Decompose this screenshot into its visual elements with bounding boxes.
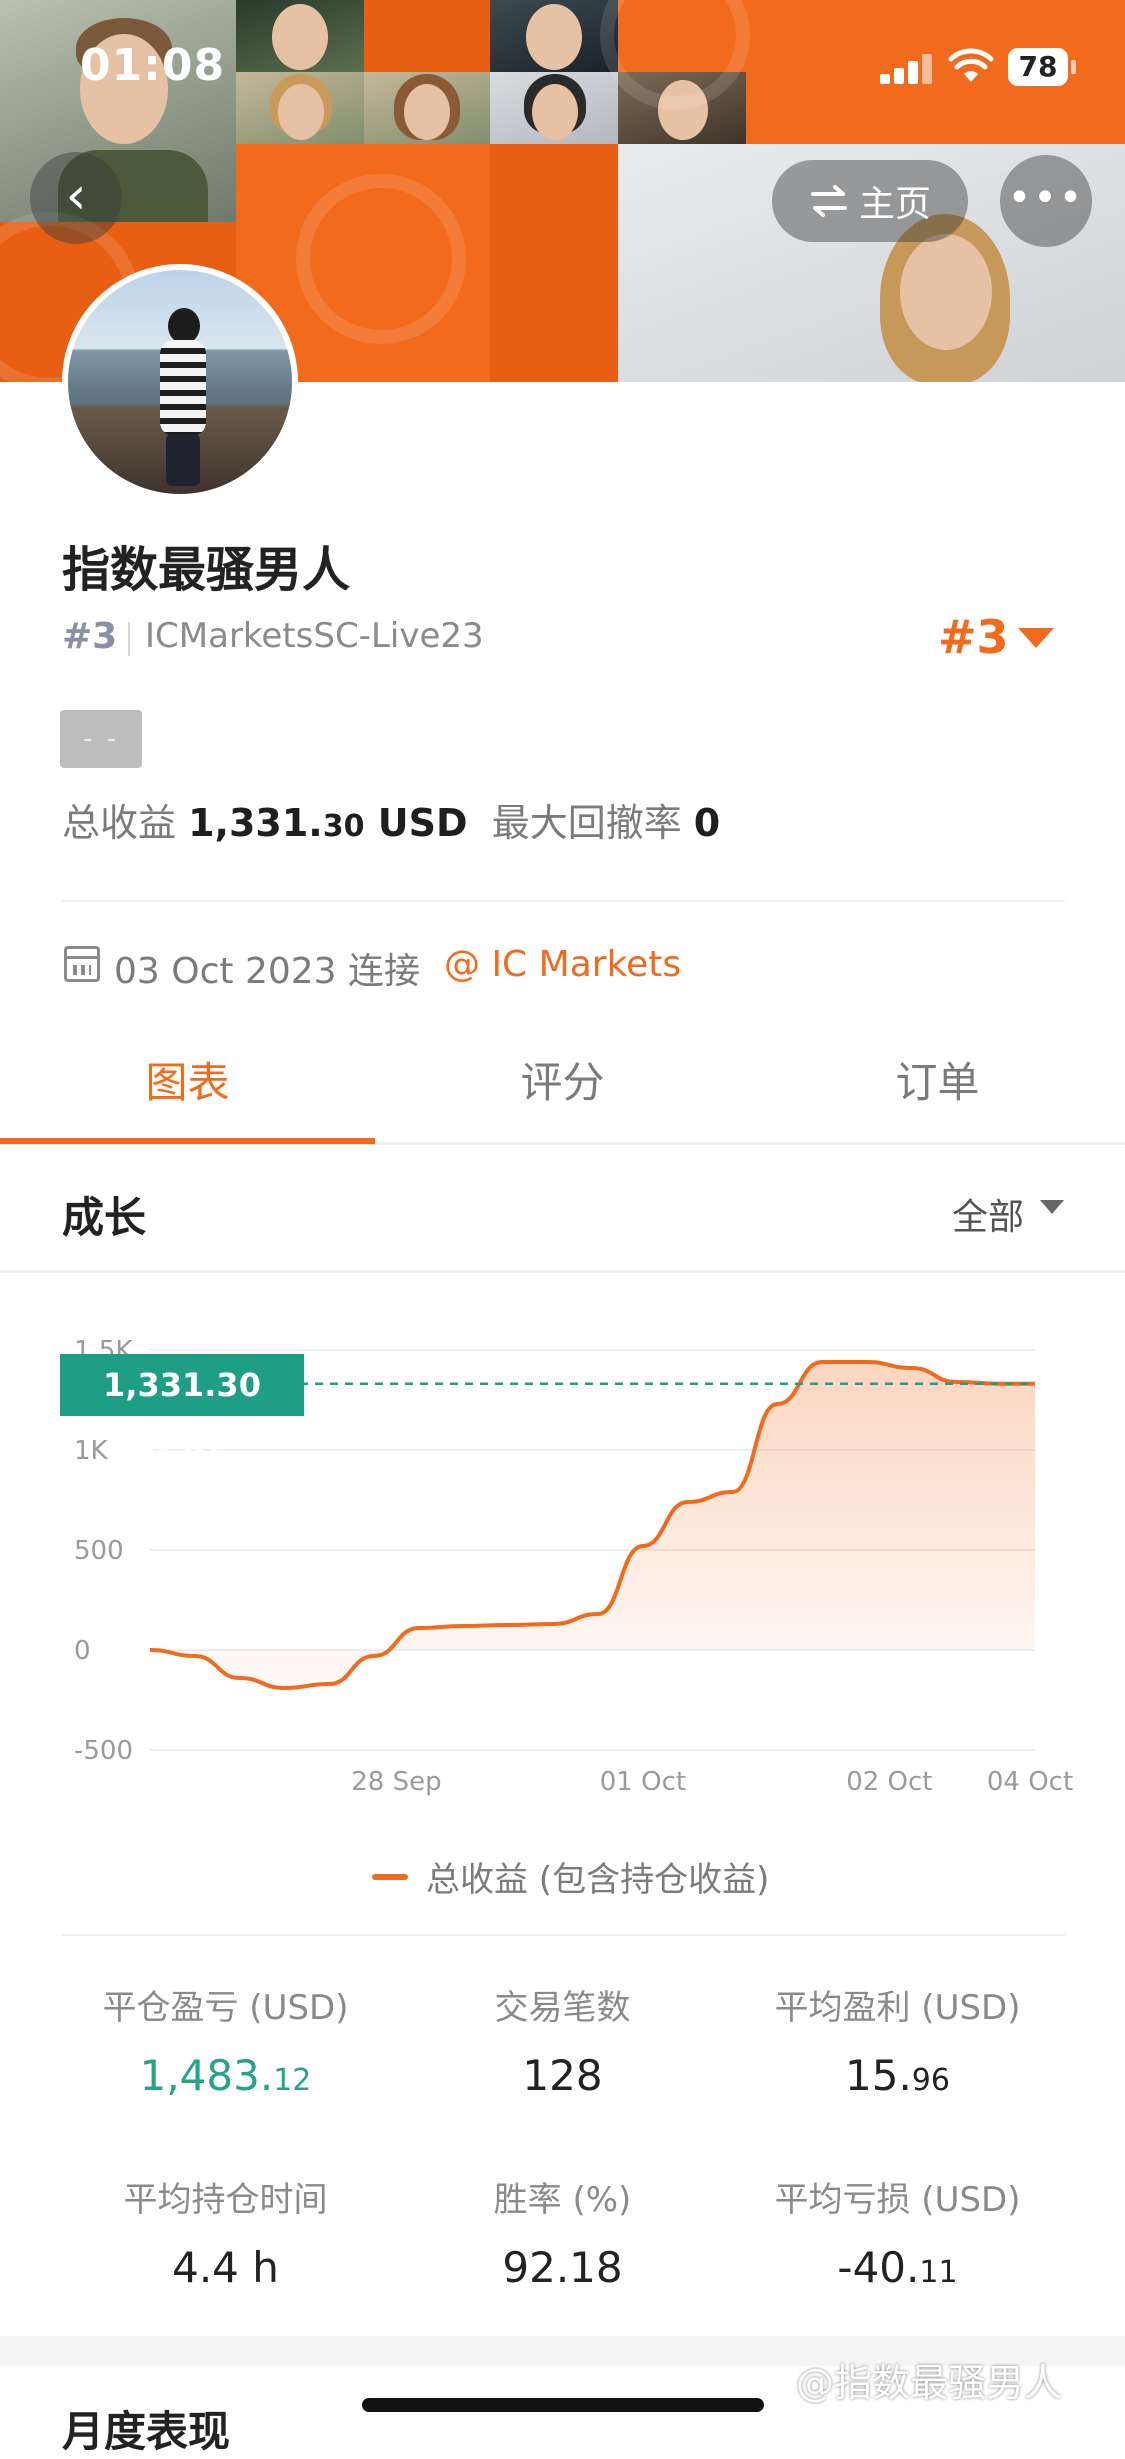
battery-icon: 78 <box>1008 48 1076 86</box>
x-tick-label: 04 Oct <box>987 1767 1073 1797</box>
legend-label: 总收益 (包含持仓收益) <box>426 1860 770 1900</box>
total-profit-label: 总收益 <box>62 801 177 845</box>
y-tick-label: 1K <box>74 1436 109 1466</box>
chart-legend[interactable]: 总收益 (包含持仓收益) <box>372 1852 769 1901</box>
divider <box>0 1270 1125 1273</box>
metric-win-rate: 胜率 (%) 92.18 <box>375 2172 750 2292</box>
strategy-tag: - - <box>60 710 142 768</box>
divider <box>62 900 1065 902</box>
metric-value: 4.4 h <box>172 2243 279 2292</box>
max-drawdown-value: 0 <box>693 801 721 845</box>
max-drawdown-label: 最大回撤率 <box>491 801 682 845</box>
range-dropdown[interactable]: 全部 <box>952 1188 1024 1240</box>
profile-name: 指数最骚男人 <box>62 542 351 598</box>
wifi-icon <box>948 48 994 82</box>
monthly-performance-title: 月度表现 <box>62 2407 231 2456</box>
metric-trade-count: 交易笔数 128 <box>375 1980 750 2100</box>
avatar[interactable] <box>62 264 298 500</box>
caret-down-icon[interactable] <box>1018 628 1054 648</box>
tab-rating[interactable]: 评分 <box>375 1010 750 1144</box>
current-value-tag: 1,331.30 USD <box>60 1354 304 1466</box>
x-tick-label: 28 Sep <box>351 1767 441 1797</box>
metric-value: 15.96 <box>845 2051 950 2100</box>
legend-swatch <box>372 1873 408 1880</box>
tab-bar: 图表 评分 订单 <box>0 1010 1125 1146</box>
metric-avg-loss: 平均亏损 (USD) -40.11 <box>710 2172 1085 2292</box>
broker-link[interactable]: @ IC Markets <box>444 944 681 985</box>
home-indicator[interactable] <box>362 2398 764 2412</box>
y-tick-label: 500 <box>74 1536 124 1566</box>
x-tick-label: 02 Oct <box>846 1767 932 1797</box>
metric-avg-profit: 平均盈利 (USD) 15.96 <box>710 1980 1085 2100</box>
status-bar: 01:08 78 <box>0 0 1125 140</box>
divider <box>128 622 130 656</box>
metric-avg-hold-time: 平均持仓时间 4.4 h <box>38 2172 413 2292</box>
watermark: @指数最骚男人 <box>796 2361 1063 2405</box>
caret-down-icon[interactable] <box>1040 1200 1064 1214</box>
y-tick-label: 0 <box>74 1636 91 1666</box>
connect-date: 03 Oct 2023 连接 <box>114 951 421 992</box>
growth-title: 成长 <box>62 1193 147 1242</box>
home-button[interactable]: 主页 <box>772 160 968 242</box>
home-button-label: 主页 <box>858 184 931 225</box>
metric-value: 92.18 <box>502 2243 623 2292</box>
cellular-signal-icon <box>880 52 936 84</box>
rank-selector[interactable]: #3 <box>938 610 1009 664</box>
total-profit-value: 1,331.30 USD <box>188 801 468 845</box>
calendar-icon <box>64 946 100 982</box>
tab-orders[interactable]: 订单 <box>750 1010 1125 1144</box>
swap-icon <box>810 185 847 217</box>
metric-closed-pnl: 平仓盈亏 (USD) 1,483.12 <box>38 1980 413 2100</box>
tab-chart[interactable]: 图表 <box>0 1010 375 1144</box>
divider <box>62 1934 1065 1936</box>
back-button[interactable]: ‹ <box>30 152 122 244</box>
metric-value: 1,483.12 <box>139 2051 312 2100</box>
cover-tile <box>490 144 618 382</box>
metric-value: -40.11 <box>837 2243 958 2292</box>
chevron-left-icon: ‹ <box>65 166 87 226</box>
account-server: ICMarketsSC-Live23 <box>145 616 484 656</box>
y-tick-label: -500 <box>74 1736 133 1766</box>
active-tab-indicator <box>0 1138 375 1144</box>
more-options-button[interactable]: ••• <box>1000 155 1092 247</box>
profit-summary: 总收益 1,331.30 USD 最大回撤率 0 <box>62 792 720 847</box>
more-icon: ••• <box>1007 175 1085 221</box>
status-time: 01:08 <box>80 40 226 91</box>
rank-label: #3 <box>62 616 118 657</box>
metric-value: 128 <box>522 2051 603 2100</box>
x-tick-label: 01 Oct <box>600 1767 686 1797</box>
